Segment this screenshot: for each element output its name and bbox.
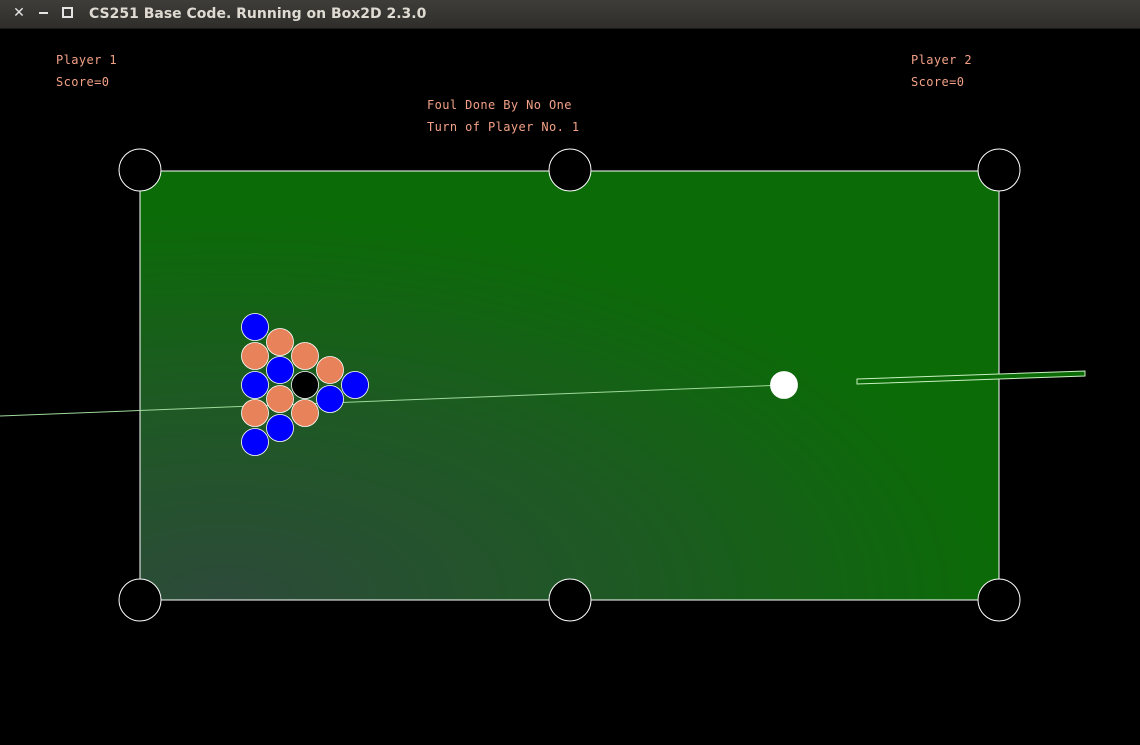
maximize-icon[interactable]: [59, 5, 75, 21]
ball-blue: [266, 356, 294, 384]
ball-black: [291, 371, 319, 399]
ball-blue: [241, 313, 269, 341]
pocket-bottom-middle: [548, 578, 592, 622]
pocket-top-left: [118, 148, 162, 192]
title-bar[interactable]: ✕ CS251 Base Code. Running on Box2D 2.3.…: [0, 0, 1140, 29]
player2-name: Player 2: [911, 53, 972, 67]
pool-table-scene[interactable]: [0, 28, 1140, 745]
ball-blue: [341, 371, 369, 399]
foul-status: Foul Done By No One: [427, 98, 572, 112]
ball-orange: [291, 342, 319, 370]
ball-blue: [241, 428, 269, 456]
game-canvas[interactable]: Player 1 Score=0 Player 2 Score=0 Foul D…: [0, 28, 1140, 745]
ball-orange: [241, 399, 269, 427]
player1-score: Score=0: [56, 75, 110, 89]
ball-blue: [266, 414, 294, 442]
ball-blue: [241, 371, 269, 399]
player1-name: Player 1: [56, 53, 117, 67]
ball-orange: [316, 356, 344, 384]
pocket-top-middle: [548, 148, 592, 192]
turn-status: Turn of Player No. 1: [427, 120, 580, 134]
cue-ball[interactable]: [770, 371, 798, 399]
player2-score: Score=0: [911, 75, 965, 89]
close-icon[interactable]: ✕: [11, 5, 27, 21]
pocket-top-right: [977, 148, 1021, 192]
pocket-bottom-right: [977, 578, 1021, 622]
game-window: ✕ CS251 Base Code. Running on Box2D 2.3.…: [0, 0, 1140, 745]
ball-orange: [266, 385, 294, 413]
ball-blue: [316, 385, 344, 413]
minimize-icon[interactable]: [35, 5, 51, 21]
window-title: CS251 Base Code. Running on Box2D 2.3.0: [89, 6, 427, 22]
ball-orange: [291, 399, 319, 427]
pocket-bottom-left: [118, 578, 162, 622]
ball-orange: [266, 328, 294, 356]
ball-orange: [241, 342, 269, 370]
